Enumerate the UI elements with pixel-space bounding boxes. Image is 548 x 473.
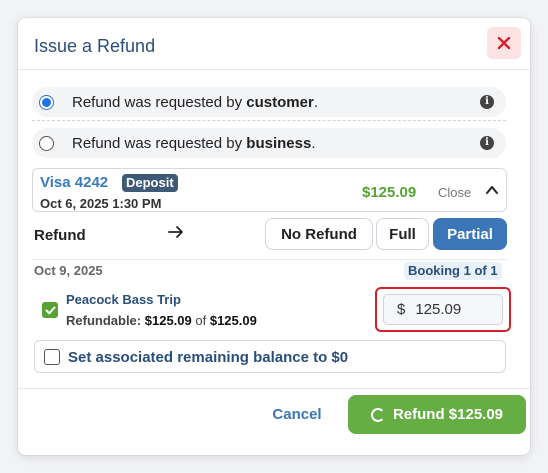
radio-business[interactable] xyxy=(39,135,54,151)
balance-option[interactable]: Set associated remaining balance to $0 xyxy=(34,340,506,373)
refund-amount-field: $ xyxy=(375,287,511,332)
options-divider xyxy=(32,120,506,121)
arrow-right-icon xyxy=(168,226,183,238)
balance-label[interactable]: Set associated remaining balance to $0 xyxy=(68,349,348,366)
card-name: Visa 4242 xyxy=(40,174,109,191)
footer-divider xyxy=(18,388,530,389)
collapse-toggle-label[interactable]: Close xyxy=(438,185,471,200)
refund-amount-input[interactable] xyxy=(413,300,494,319)
payment-date: Oct 6, 2025 1:30 PM xyxy=(40,196,162,211)
chevron-up-icon[interactable] xyxy=(485,183,499,197)
option-business-label: Refund was requested by business. xyxy=(72,134,316,152)
currency-symbol: $ xyxy=(397,301,406,318)
submit-refund-label: Refund $125.09 xyxy=(392,406,504,423)
refund-dialog: Issue a Refund Refund was requested by c… xyxy=(18,18,530,455)
option-business[interactable]: Refund was requested by business. i xyxy=(32,128,506,158)
close-icon xyxy=(497,36,511,50)
info-icon[interactable]: i xyxy=(480,136,494,150)
partial-refund-button[interactable]: Partial xyxy=(433,218,507,250)
deposit-badge: Deposit xyxy=(122,174,178,192)
booking-checkbox[interactable] xyxy=(42,302,58,318)
no-refund-button[interactable]: No Refund xyxy=(265,218,373,250)
radio-customer[interactable] xyxy=(39,94,54,110)
option-customer-label: Refund was requested by customer. xyxy=(72,93,318,111)
submit-refund-button[interactable]: Refund $125.09 xyxy=(348,395,526,434)
spinner-icon xyxy=(370,407,385,422)
booking-count-badge: Booking 1 of 1 xyxy=(404,262,502,280)
trip-name: Peacock Bass Trip xyxy=(66,292,181,307)
dialog-title: Issue a Refund xyxy=(34,36,156,56)
info-icon[interactable]: i xyxy=(480,95,494,109)
booking-date: Oct 9, 2025 xyxy=(34,263,103,278)
refund-type-label: Refund xyxy=(34,227,86,244)
option-customer[interactable]: Refund was requested by customer. i xyxy=(32,87,506,117)
close-button[interactable] xyxy=(487,27,521,59)
check-icon xyxy=(45,306,55,314)
section-divider xyxy=(32,259,507,260)
payment-amount: $125.09 xyxy=(362,184,417,201)
payment-card: Visa 4242 Deposit Oct 6, 2025 1:30 PM $1… xyxy=(32,168,507,212)
cancel-button[interactable]: Cancel xyxy=(262,401,332,427)
dialog-header: Issue a Refund xyxy=(18,18,530,70)
refundable-summary: Refundable: $125.09 of $125.09 xyxy=(66,313,257,328)
full-refund-button[interactable]: Full xyxy=(376,218,429,250)
balance-checkbox[interactable] xyxy=(44,349,60,365)
refund-amount-box: $ xyxy=(383,294,503,325)
